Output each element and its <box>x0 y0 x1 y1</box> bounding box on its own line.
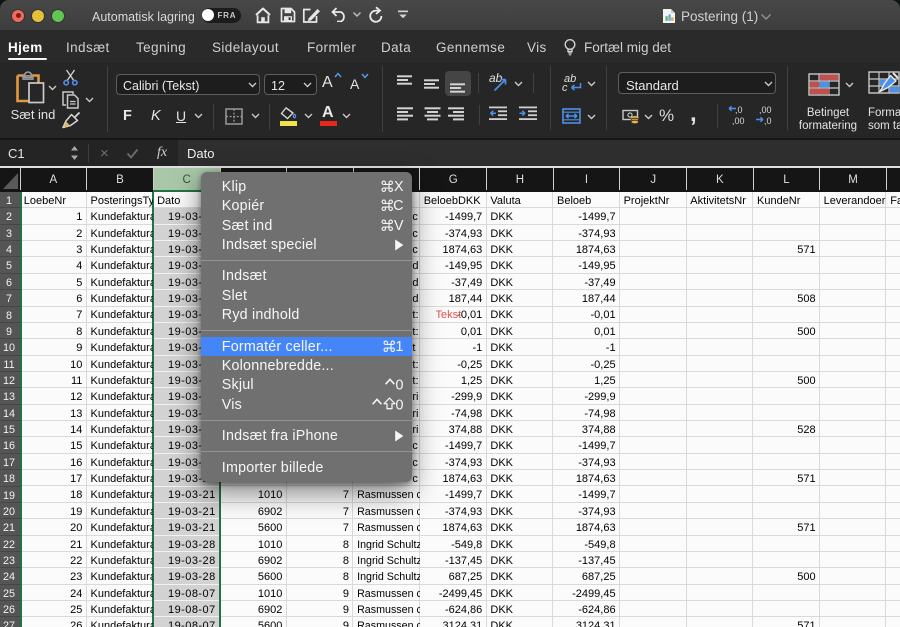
svg-text:,0: ,0 <box>764 116 772 126</box>
svg-text:,0: ,0 <box>735 105 743 115</box>
svg-text:,00: ,00 <box>759 105 772 115</box>
svg-text:,00: ,00 <box>732 116 745 126</box>
